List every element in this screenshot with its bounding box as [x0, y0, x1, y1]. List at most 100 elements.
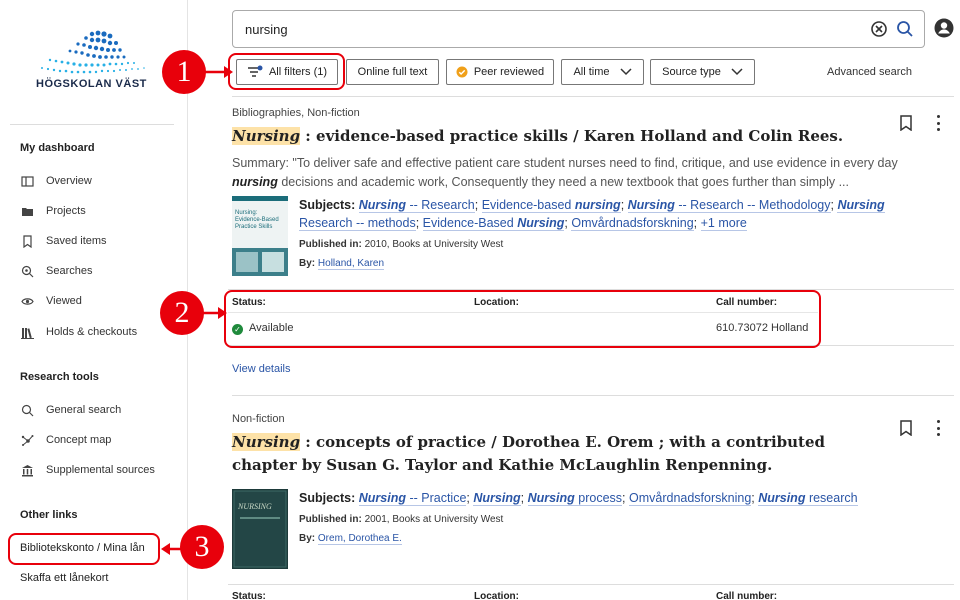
sidebar-item-label: Holds & checkouts — [46, 326, 138, 338]
header-divider — [232, 96, 954, 97]
cover-title: NURSING — [237, 502, 272, 511]
chevron-down-icon — [731, 68, 743, 76]
subject-link[interactable]: Nursing -- Research — [358, 198, 475, 213]
get-library-card-link[interactable]: Skaffa ett lånekort — [20, 572, 108, 584]
subject-link[interactable]: Nursing — [473, 491, 521, 506]
status-divider — [228, 584, 954, 585]
source-type-label: Source type — [662, 66, 721, 78]
summary-prefix: Summary: "To deliver safe and effective … — [232, 156, 898, 170]
author-line: By: Orem, Dorothea E. — [299, 533, 402, 545]
logo-text: HÖGSKOLAN VÄST — [36, 78, 147, 90]
source-type-dropdown[interactable]: Source type — [650, 59, 755, 85]
more-options-icon[interactable] — [932, 420, 944, 436]
online-full-text-label: Online full text — [357, 66, 428, 78]
sidebar-item-label: General search — [46, 404, 122, 416]
sidebar-item-concept-map[interactable]: Concept map — [20, 430, 111, 450]
result-divider — [232, 395, 954, 396]
sidebar: HÖGSKOLAN VÄST My dashboard Overview Pro… — [0, 0, 188, 600]
peer-reviewed-badge-icon — [456, 66, 468, 78]
sidebar-item-label: Viewed — [46, 295, 82, 307]
book-cover-image[interactable]: Nursing: Evidence-Based Practice Skills — [232, 196, 288, 276]
subject-link[interactable]: Nursing -- Research -- Methodology — [627, 198, 831, 213]
author-link[interactable]: Holland, Karen — [317, 258, 385, 270]
annotation-arrow — [161, 543, 184, 555]
search-bar — [232, 10, 925, 48]
title-text: : concepts of practice / Dorothea E. Ore… — [232, 433, 826, 474]
concept-map-icon — [20, 433, 34, 447]
peer-reviewed-button[interactable]: Peer reviewed — [446, 59, 554, 85]
author-link[interactable]: Orem, Dorothea E. — [317, 533, 402, 545]
location-header: Location: — [474, 591, 519, 600]
sidebar-item-general-search[interactable]: General search — [20, 400, 121, 420]
sidebar-item-viewed[interactable]: Viewed — [20, 291, 82, 311]
online-full-text-button[interactable]: Online full text — [346, 59, 439, 85]
books-icon — [20, 325, 34, 339]
bookmark-icon[interactable] — [899, 420, 913, 436]
subject-link[interactable]: Omvårdnadsforskning — [571, 216, 694, 231]
title-highlight: Nursing — [232, 433, 301, 451]
sidebar-item-label: Saved items — [46, 235, 107, 247]
searches-icon — [20, 264, 34, 278]
sidebar-item-overview[interactable]: Overview — [20, 171, 92, 191]
subject-link[interactable]: Nursing -- Practice — [358, 491, 467, 506]
author-line: By: Holland, Karen — [299, 258, 385, 270]
sidebar-item-label: Supplemental sources — [46, 464, 155, 476]
annotation-arrow — [200, 307, 227, 319]
subjects-label: Subjects: — [299, 198, 356, 212]
sidebar-item-holds-checkouts[interactable]: Holds & checkouts — [20, 322, 137, 342]
result-subjects: Subjects: Nursing -- Research; Evidence-… — [299, 198, 885, 231]
my-dashboard-heading: My dashboard — [20, 142, 95, 154]
sidebar-item-label: Concept map — [46, 434, 112, 446]
more-options-icon[interactable] — [932, 115, 944, 131]
other-links-heading: Other links — [20, 509, 78, 521]
cover-line: Practice Skills — [235, 224, 272, 230]
research-tools-heading: Research tools — [20, 371, 99, 383]
published-in: Published in: 2001, Books at University … — [299, 514, 504, 525]
sidebar-item-label: Projects — [46, 205, 86, 217]
published-in: Published in: 2010, Books at University … — [299, 239, 504, 250]
summary-suffix: decisions and academic work, Consequentl… — [277, 175, 849, 189]
result-type: Bibliographies, Non-fiction — [232, 107, 360, 119]
user-account-icon[interactable] — [934, 18, 954, 38]
result-title[interactable]: Nursing : concepts of practice / Dorothe… — [232, 431, 872, 477]
overview-icon — [20, 174, 34, 188]
cover-line: Nursing: — [235, 210, 258, 216]
more-subjects-link[interactable]: +1 more — [700, 216, 747, 231]
subject-link[interactable]: Nursing research — [758, 491, 858, 506]
title-highlight: Nursing — [232, 127, 301, 145]
result-summary: Summary: "To deliver safe and effective … — [232, 154, 902, 192]
sidebar-item-label: Overview — [46, 175, 92, 187]
bookmark-icon — [20, 234, 34, 248]
bookmark-icon[interactable] — [899, 115, 913, 131]
search-input[interactable] — [245, 21, 845, 37]
result-title[interactable]: Nursing : evidence-based practice skills… — [232, 125, 872, 148]
search-icon — [20, 403, 34, 417]
sidebar-item-searches[interactable]: Searches — [20, 261, 92, 281]
book-cover-image[interactable]: NURSING — [232, 489, 288, 569]
search-icon[interactable] — [896, 20, 914, 38]
title-text: : evidence-based practice skills / Karen… — [300, 127, 844, 145]
clear-circle-icon[interactable] — [870, 20, 888, 38]
sidebar-item-saved-items[interactable]: Saved items — [20, 231, 107, 251]
subjects-label: Subjects: — [299, 491, 356, 505]
annotation-number: 1 — [162, 50, 206, 94]
sidebar-item-projects[interactable]: Projects — [20, 201, 86, 221]
annotation-number: 3 — [180, 525, 224, 569]
all-time-label: All time — [573, 66, 610, 78]
subject-link[interactable]: Evidence-based nursing — [481, 198, 621, 213]
library-icon — [20, 463, 34, 477]
subject-link[interactable]: Evidence-Based Nursing — [422, 216, 565, 231]
status-header: Status: — [232, 591, 266, 600]
all-time-dropdown[interactable]: All time — [561, 59, 644, 85]
view-details-link[interactable]: View details — [232, 363, 291, 375]
result-type: Non-fiction — [232, 413, 285, 425]
peer-reviewed-label: Peer reviewed — [473, 66, 545, 78]
advanced-search-link[interactable]: Advanced search — [827, 66, 912, 78]
annotation-number: 2 — [160, 291, 204, 335]
eye-icon — [20, 294, 34, 308]
sidebar-item-supplemental-sources[interactable]: Supplemental sources — [20, 460, 155, 480]
subject-link[interactable]: Omvårdnadsforskning — [629, 491, 752, 506]
result-subjects: Subjects: Nursing -- Practice; Nursing; … — [299, 491, 858, 506]
annotation-box-library-account — [8, 533, 160, 565]
subject-link[interactable]: Nursing process — [527, 491, 623, 506]
